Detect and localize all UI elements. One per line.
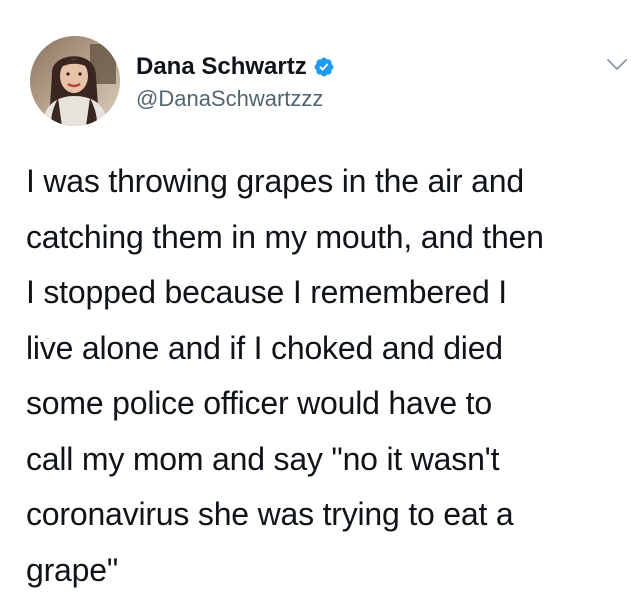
author-handle[interactable]: @DanaSchwartzzz bbox=[136, 84, 323, 114]
author-name-row[interactable]: Dana Schwartz bbox=[136, 52, 335, 82]
author-display-name[interactable]: Dana Schwartz bbox=[136, 52, 307, 82]
author-avatar[interactable] bbox=[30, 36, 120, 126]
tweet-card: Dana Schwartz @DanaSchwartzzz I was thro… bbox=[0, 0, 640, 612]
avatar-photo bbox=[30, 36, 120, 126]
tweet-text: I was throwing grapes in the air and cat… bbox=[26, 163, 544, 588]
verified-badge-icon bbox=[313, 56, 335, 78]
chevron-down-icon[interactable] bbox=[606, 58, 628, 72]
